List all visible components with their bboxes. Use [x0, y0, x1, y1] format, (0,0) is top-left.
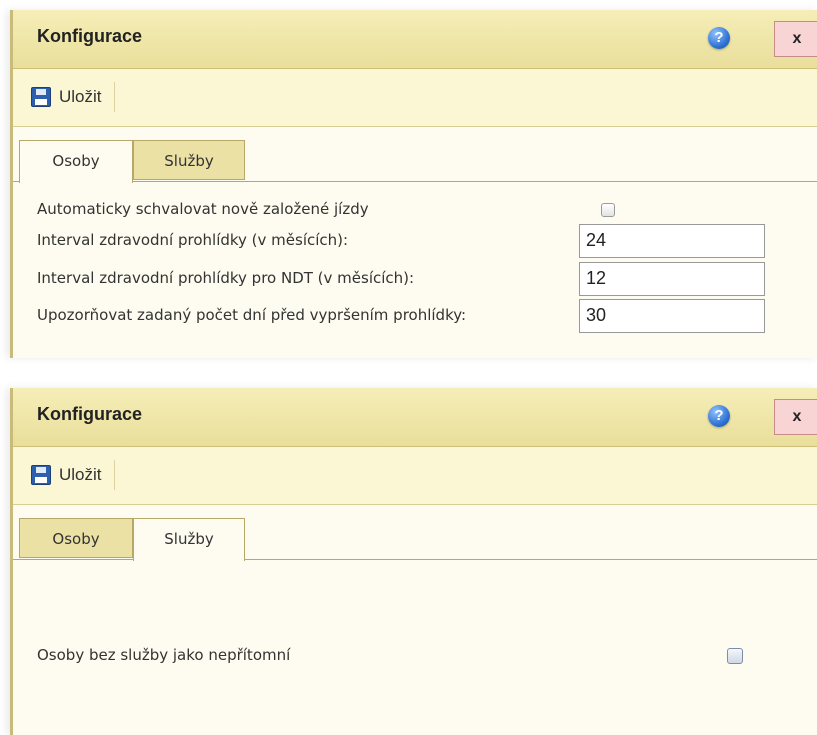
auto-approve-checkbox[interactable] — [601, 203, 615, 217]
absent-without-service-label: Osoby bez služby jako nepřítomní — [37, 646, 291, 664]
help-icon[interactable]: ? — [708, 27, 730, 49]
save-button[interactable]: Uložit — [31, 460, 115, 490]
tab-content-sluzby: Osoby bez služby jako nepřítomní — [13, 560, 817, 735]
tab-content-osoby: Automaticky schvalovat nově založené jíz… — [13, 182, 817, 358]
notify-days-label: Upozorňovat zadaný počet dní před vyprše… — [37, 306, 467, 324]
tab-sluzby[interactable]: Služby — [133, 518, 245, 561]
form-row-auto-approve: Automaticky schvalovat nově založené jíz… — [37, 193, 800, 227]
save-icon — [31, 87, 51, 107]
close-button[interactable]: x — [774, 399, 817, 435]
toolbar: Uložit — [13, 69, 817, 127]
medical-interval-ndt-input[interactable]: 12 — [579, 262, 765, 296]
tabs-area: Osoby Služby Automaticky schvalovat nově… — [13, 127, 817, 358]
dialog-titlebar: Konfigurace ? x — [13, 388, 817, 447]
tab-sluzby[interactable]: Služby — [133, 140, 245, 180]
toolbar: Uložit — [13, 447, 817, 505]
form-row-absent-without-service: Osoby bez služby jako nepřítomní — [37, 639, 800, 673]
config-dialog-osoby: Konfigurace ? x Uložit Osoby Služby Auto… — [10, 10, 817, 358]
config-dialog-sluzby: Konfigurace ? x Uložit Osoby Služby Osob… — [10, 388, 817, 735]
auto-approve-label: Automaticky schvalovat nově založené jíz… — [37, 200, 369, 218]
medical-interval-label: Interval zdravodní prohlídky (v měsících… — [37, 231, 349, 249]
medical-interval-ndt-label: Interval zdravodní prohlídky pro NDT (v … — [37, 269, 415, 287]
notify-days-input[interactable]: 30 — [579, 299, 765, 333]
tab-osoby[interactable]: Osoby — [19, 140, 133, 183]
save-button-label: Uložit — [59, 87, 102, 106]
close-button[interactable]: x — [774, 21, 817, 57]
tabstrip: Osoby Služby — [13, 127, 817, 183]
tabs-area: Osoby Služby Osoby bez služby jako nepří… — [13, 505, 817, 735]
tab-osoby[interactable]: Osoby — [19, 518, 133, 558]
save-icon — [31, 465, 51, 485]
save-button-label: Uložit — [59, 465, 102, 484]
dialog-titlebar: Konfigurace ? x — [13, 10, 817, 69]
help-icon[interactable]: ? — [708, 405, 730, 427]
tabstrip: Osoby Služby — [13, 505, 817, 561]
save-button[interactable]: Uložit — [31, 82, 115, 112]
medical-interval-input[interactable]: 24 — [579, 224, 765, 258]
dialog-title: Konfigurace — [37, 26, 143, 46]
dialog-title: Konfigurace — [37, 404, 143, 424]
absent-without-service-checkbox[interactable] — [727, 648, 743, 664]
